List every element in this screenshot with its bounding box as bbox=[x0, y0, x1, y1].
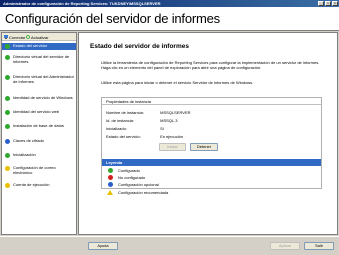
window-controls: _ □ × bbox=[318, 1, 338, 6]
legend-label: Configuración opcional bbox=[118, 182, 159, 187]
exit-button[interactable]: Salir bbox=[304, 242, 334, 250]
connect-icon bbox=[4, 35, 8, 39]
legend-item-configured: Configurado bbox=[108, 168, 140, 173]
footer-bar: Ayuda Aplicar Salir bbox=[0, 236, 339, 255]
legend-label: No configurado bbox=[118, 175, 146, 180]
property-value: Sí bbox=[160, 126, 164, 131]
status-configured-icon bbox=[5, 110, 10, 115]
status-configured-icon bbox=[5, 75, 10, 80]
property-label: Estado del servicio: bbox=[106, 134, 141, 139]
property-value: MSSQL.3 bbox=[160, 118, 178, 123]
start-service-button[interactable]: Iniciar bbox=[159, 143, 186, 151]
content-pane: Estado del servidor de informes Utilice … bbox=[78, 32, 338, 235]
warning-icon bbox=[107, 190, 113, 195]
status-not-configured-icon bbox=[108, 175, 113, 180]
property-label: Id. de instancia: bbox=[106, 118, 135, 123]
refresh-button[interactable]: Actualizar bbox=[26, 34, 49, 40]
status-configured-icon bbox=[5, 124, 10, 129]
page-instructions: Utilice esta página para iniciar o deten… bbox=[101, 80, 254, 85]
legend-item-optional: Configuración opcional bbox=[108, 182, 159, 187]
status-optional-icon bbox=[108, 182, 113, 187]
nav-item-database-setup[interactable]: Instalación de base de datos bbox=[2, 123, 76, 129]
legend-heading: Leyenda bbox=[102, 159, 321, 166]
apply-button[interactable]: Aplicar bbox=[270, 242, 300, 250]
refresh-icon bbox=[26, 35, 30, 39]
nav-item-server-status[interactable]: Estado del servidor bbox=[2, 43, 76, 50]
nav-item-report-server-virtual-directory[interactable]: Directorio virtual del servidor de infor… bbox=[2, 54, 76, 64]
help-button[interactable]: Ayuda bbox=[88, 242, 118, 250]
legend-label: Configuración recomendada bbox=[118, 190, 169, 195]
connect-button[interactable]: Conectar bbox=[4, 34, 25, 40]
nav-item-report-manager-virtual-directory[interactable]: Directorio virtual del Administrador de … bbox=[2, 74, 76, 84]
property-value: En ejecución bbox=[160, 134, 184, 139]
app-header: Configuración del servidor de informes bbox=[0, 7, 339, 31]
property-row-initialized: Inicializado: Sí bbox=[106, 126, 164, 131]
property-row-service-status: Estado del servicio: En ejecución bbox=[106, 134, 183, 139]
connect-label: Conectar bbox=[9, 34, 26, 40]
window-title: Administrador de configuración de Report… bbox=[3, 1, 161, 6]
refresh-label: Actualizar bbox=[31, 34, 49, 40]
nav-item-encryption-keys[interactable]: Claves de cifrado bbox=[2, 138, 76, 144]
maximize-button[interactable]: □ bbox=[325, 1, 331, 6]
legend-item-recommended: Configuración recomendada bbox=[107, 190, 168, 195]
close-button[interactable]: × bbox=[332, 1, 338, 6]
property-label: Inicializado: bbox=[106, 126, 127, 131]
status-optional-icon bbox=[5, 139, 10, 144]
property-row-instance-id: Id. de instancia: MSSQL.3 bbox=[106, 118, 177, 123]
property-label: Nombre de instancia: bbox=[106, 110, 144, 115]
status-configured-icon bbox=[5, 55, 10, 60]
legend-item-not-configured: No configurado bbox=[108, 175, 145, 180]
status-configured-icon bbox=[5, 44, 10, 49]
status-configured-icon bbox=[5, 96, 10, 101]
stop-service-button[interactable]: Detener bbox=[190, 143, 218, 151]
page-description: Utilice la ferramienta de configuración … bbox=[101, 60, 320, 70]
legend-label: Configurado bbox=[118, 168, 140, 173]
status-configured-icon bbox=[5, 153, 10, 158]
nav-item-initialization[interactable]: Inicialización bbox=[2, 152, 76, 158]
nav-item-email-settings[interactable]: Configuración de correo electrónico bbox=[2, 165, 76, 175]
app-title: Configuración del servidor de informes bbox=[5, 11, 220, 26]
instance-properties-heading: Propiedades de instancia bbox=[102, 98, 321, 105]
nav-item-windows-service-identity[interactable]: Identidad de servicio de Windows bbox=[2, 95, 76, 101]
instance-properties-panel: Propiedades de instancia Nombre de insta… bbox=[101, 97, 322, 189]
status-recommended-icon bbox=[5, 183, 10, 188]
status-recommended-icon bbox=[5, 166, 10, 171]
nav-item-execution-account[interactable]: Cuenta de ejecución bbox=[2, 182, 76, 188]
page-title: Estado del servidor de informes bbox=[90, 43, 189, 50]
minimize-button[interactable]: _ bbox=[318, 1, 324, 6]
navigation-toolbar: Conectar Actualizar bbox=[2, 33, 76, 41]
nav-item-web-service-identity[interactable]: Identidad del servicio web bbox=[2, 109, 76, 115]
property-value: MSSQLSERVER bbox=[160, 110, 191, 115]
property-row-instance-name: Nombre de instancia: MSSQLSERVER bbox=[106, 110, 191, 115]
navigation-pane: Conectar Actualizar Estado del servidor … bbox=[1, 32, 77, 235]
window-titlebar: Administrador de configuración de Report… bbox=[0, 0, 339, 7]
status-configured-icon bbox=[108, 168, 113, 173]
